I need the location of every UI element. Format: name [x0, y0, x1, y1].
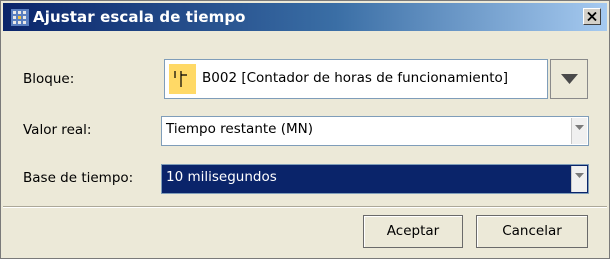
adjust-time-scale-dialog: Ajustar escala de tiempo Bloque: B002 [C…: [0, 0, 610, 259]
chevron-down-icon: [561, 74, 578, 84]
chevron-down-icon: [575, 173, 584, 178]
time-base-select[interactable]: 10 milisegundos: [161, 164, 589, 194]
block-label: Bloque:: [23, 71, 75, 87]
close-icon: [587, 12, 597, 21]
real-value-select[interactable]: Tiempo restante (MN): [161, 116, 589, 146]
block-dropdown-button[interactable]: [550, 59, 588, 99]
close-button[interactable]: [583, 8, 601, 25]
chevron-down-icon: [575, 125, 584, 130]
logo-grid-icon: [11, 9, 29, 26]
real-value-label: Valor real:: [23, 122, 92, 138]
real-value-dropdown-button[interactable]: [571, 118, 587, 144]
time-base-selected: 10 milisegundos: [166, 169, 277, 185]
cancel-button[interactable]: Cancelar: [476, 215, 588, 248]
time-base-dropdown-button[interactable]: [571, 166, 587, 192]
window-title: Ajustar escala de tiempo: [33, 8, 246, 26]
divider: [3, 206, 607, 208]
real-value-selected: Tiempo restante (MN): [166, 121, 314, 137]
block-value: B002 [Contador de horas de funcionamient…: [202, 70, 509, 86]
block-field[interactable]: B002 [Contador de horas de funcionamient…: [164, 59, 548, 99]
counter-block-icon: [169, 64, 196, 94]
title-bar[interactable]: Ajustar escala de tiempo: [3, 3, 607, 31]
accept-button[interactable]: Aceptar: [363, 215, 463, 248]
time-base-label: Base de tiempo:: [23, 170, 134, 186]
